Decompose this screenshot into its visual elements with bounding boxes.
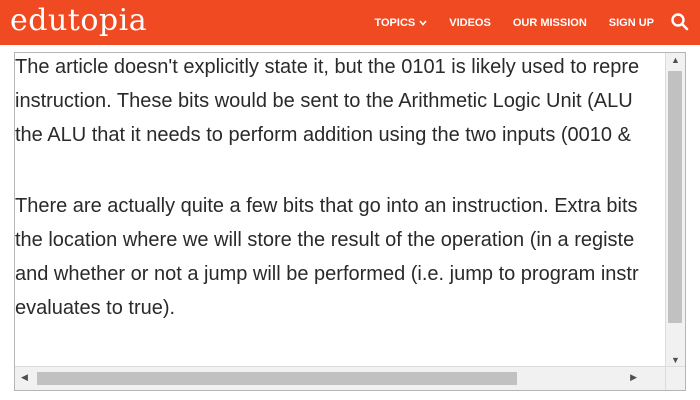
text-line: evaluates to true). (15, 297, 176, 319)
chevron-down-icon (419, 18, 427, 28)
site-header: edutopia TOPICS VIDEOS OUR MISSION SIGN … (0, 0, 700, 45)
nav-topics-label: TOPICS (374, 16, 416, 29)
comment-text-area: The article doesn't explicitly state it,… (15, 53, 665, 367)
nav-our-mission-label: OUR MISSION (512, 16, 587, 29)
text-line: There are actually quite a few bits that… (15, 195, 638, 217)
search-icon[interactable] (670, 12, 690, 32)
nav-topics[interactable]: TOPICS (374, 17, 427, 29)
nav-sign-up[interactable]: SIGN UP (609, 17, 654, 29)
text-line: instruction. These bits would be sent to… (15, 90, 633, 112)
text-line: The article doesn't explicitly state it,… (15, 56, 640, 78)
nav-videos[interactable]: VIDEOS (449, 17, 491, 29)
vertical-scroll-thumb[interactable] (668, 71, 682, 323)
nav-sign-up-label: SIGN UP (608, 16, 654, 29)
nav-our-mission[interactable]: OUR MISSION (513, 17, 587, 29)
edutopia-logo[interactable]: edutopia (10, 3, 147, 38)
horizontal-scroll-thumb[interactable] (37, 372, 517, 385)
main-nav: TOPICS VIDEOS OUR MISSION SIGN UP (374, 0, 654, 45)
scroll-up-icon[interactable]: ▲ (671, 55, 680, 65)
text-line: the location where we will store the res… (15, 229, 635, 251)
text-line: the ALU that it needs to perform additio… (15, 124, 631, 146)
horizontal-scrollbar[interactable]: ◀ ▶ (15, 366, 665, 390)
scrollbar-corner (665, 366, 685, 390)
nav-videos-label: VIDEOS (449, 16, 491, 29)
scroll-right-icon[interactable]: ▶ (630, 372, 637, 383)
paragraph-1: The article doesn't explicitly state it,… (15, 53, 665, 152)
vertical-scrollbar[interactable]: ▲ ▼ (665, 53, 685, 367)
text-line: and whether or not a jump will be perfor… (15, 263, 639, 285)
paragraph-2: There are actually quite a few bits that… (15, 189, 665, 325)
scroll-left-icon[interactable]: ◀ (21, 372, 28, 383)
scroll-down-icon[interactable]: ▼ (671, 355, 680, 365)
comment-panel: The article doesn't explicitly state it,… (14, 52, 686, 391)
